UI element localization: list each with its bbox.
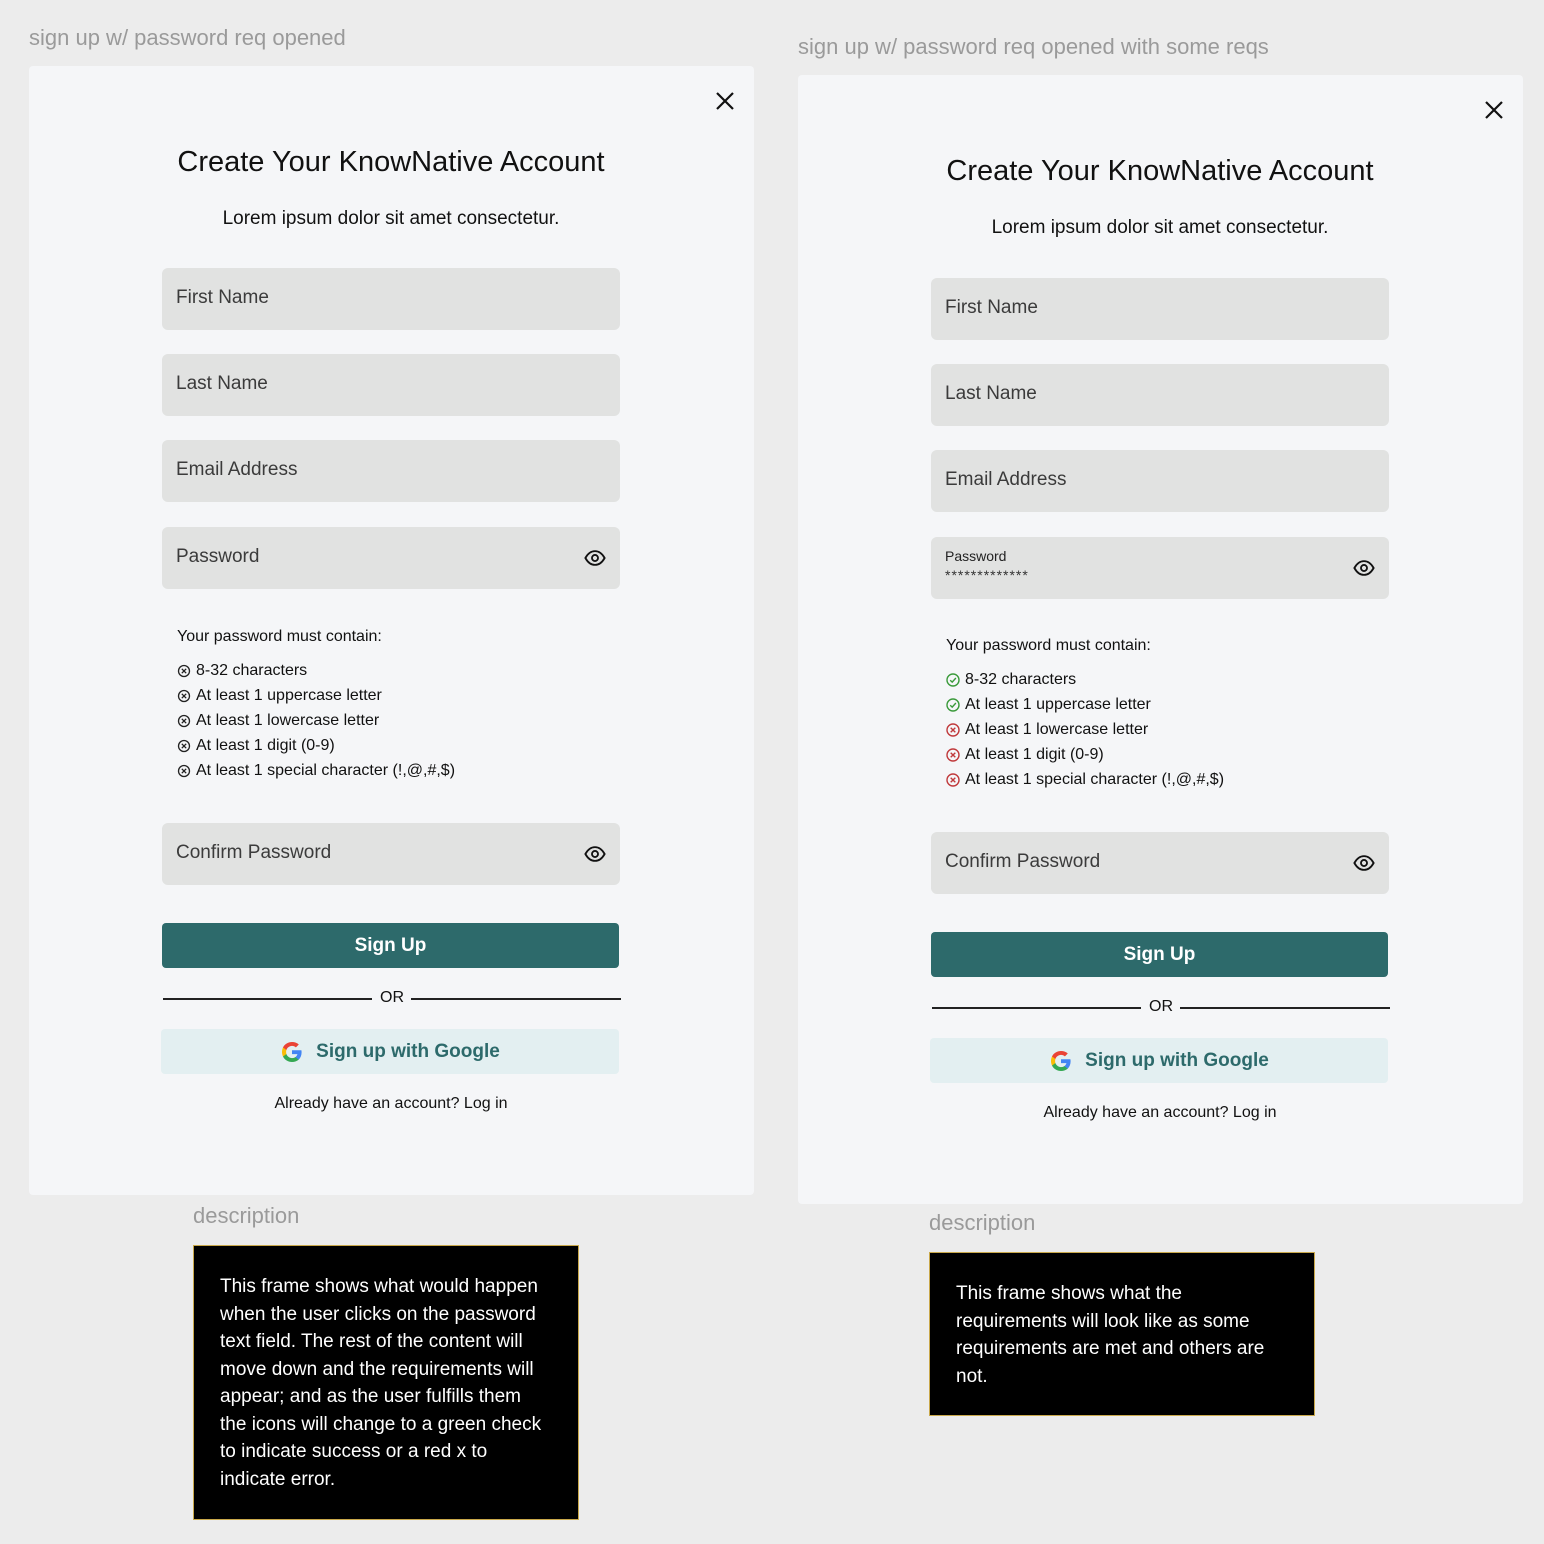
show-password-eye-icon[interactable] (1353, 557, 1375, 579)
confirm-password-placeholder: Confirm Password (176, 842, 332, 863)
first-name-field[interactable]: First Name (931, 278, 1389, 340)
green-check-icon (946, 672, 960, 687)
requirement-item: At least 1 lowercase letter (177, 708, 455, 733)
requirement-text: At least 1 special character (!,@,#,$) (196, 761, 456, 779)
frame-label: sign up w/ password req opened with some… (798, 34, 1269, 59)
requirement-item: At least 1 digit (0-9) (946, 742, 1224, 767)
email-field[interactable]: Email Address (931, 450, 1389, 512)
email-placeholder: Email Address (945, 469, 1067, 490)
confirm-password-field[interactable]: Confirm Password (931, 832, 1389, 894)
description-label: description (193, 1203, 300, 1228)
description-label: description (929, 1210, 1036, 1235)
sign-up-button[interactable]: Sign Up (162, 923, 619, 968)
or-divider: OR (931, 998, 1391, 1018)
sign-up-button[interactable]: Sign Up (931, 932, 1388, 977)
description-box: This frame shows what the requirements w… (929, 1252, 1315, 1416)
google-button-label: Sign up with Google (1085, 1049, 1269, 1071)
or-divider: OR (162, 989, 622, 1009)
show-confirm-password-eye-icon[interactable] (1353, 852, 1375, 874)
requirement-item: At least 1 lowercase letter (946, 717, 1224, 742)
show-password-eye-icon[interactable] (584, 547, 606, 569)
close-icon (716, 92, 734, 110)
last-name-placeholder: Last Name (176, 373, 268, 394)
requirement-item: At least 1 uppercase letter (177, 683, 455, 708)
google-signup-button[interactable]: Sign up with Google (930, 1038, 1388, 1083)
google-icon (282, 1041, 302, 1062)
requirement-text: At least 1 lowercase letter (965, 720, 1149, 738)
signup-modal: Create Your KnowNative Account Lorem ips… (29, 66, 754, 1195)
frame-label: sign up w/ password req opened (29, 25, 346, 50)
password-field[interactable]: Password ************* (931, 537, 1389, 599)
first-name-placeholder: First Name (945, 297, 1038, 318)
page-title: Create Your KnowNative Account (177, 146, 605, 178)
neutral-x-icon (177, 664, 191, 677)
google-icon (1051, 1050, 1071, 1071)
show-confirm-password-eye-icon[interactable] (584, 843, 606, 865)
password-placeholder: Password (176, 546, 260, 567)
first-name-placeholder: First Name (176, 287, 269, 308)
login-prompt[interactable]: Already have an account? Log in (162, 1095, 620, 1113)
email-field[interactable]: Email Address (162, 440, 620, 502)
login-link[interactable]: Already have an account? Log in (1043, 1104, 1276, 1121)
password-field[interactable]: Password (162, 527, 620, 589)
neutral-x-icon (177, 714, 191, 727)
requirement-item: 8-32 characters (946, 667, 1224, 692)
requirement-text: At least 1 uppercase letter (196, 686, 382, 704)
confirm-password-placeholder: Confirm Password (945, 851, 1101, 872)
requirements-list: 8-32 characters At least 1 uppercase let… (177, 658, 455, 783)
neutral-x-icon (177, 689, 191, 702)
requirement-item: At least 1 digit (0-9) (177, 733, 455, 758)
password-field-label: Password (945, 548, 1007, 564)
close-button[interactable] (1481, 97, 1507, 123)
close-icon (1485, 101, 1503, 119)
red-x-icon (946, 747, 960, 762)
close-button[interactable] (712, 88, 738, 114)
requirement-text: At least 1 lowercase letter (196, 711, 380, 729)
login-link[interactable]: Already have an account? Log in (274, 1095, 507, 1112)
description-box: This frame shows what would happen when … (193, 1245, 579, 1520)
requirement-item: At least 1 special character (!,@,#,$) (177, 758, 455, 783)
requirements-list: 8-32 characters At least 1 uppercase let… (946, 667, 1224, 792)
requirement-text: 8-32 characters (196, 661, 308, 679)
login-prompt[interactable]: Already have an account? Log in (931, 1104, 1389, 1122)
requirement-item: At least 1 uppercase letter (946, 692, 1224, 717)
requirements-title: Your password must contain: (946, 637, 1151, 654)
requirement-text: At least 1 uppercase letter (965, 695, 1151, 713)
email-placeholder: Email Address (176, 459, 298, 480)
divider-line-right (411, 998, 621, 1000)
divider-line-right (1180, 1007, 1390, 1009)
page-subtitle: Lorem ipsum dolor sit amet consectetur. (222, 208, 560, 229)
requirement-item: 8-32 characters (177, 658, 455, 683)
requirement-text: At least 1 digit (0-9) (196, 736, 335, 754)
green-check-icon (946, 697, 960, 712)
last-name-field[interactable]: Last Name (162, 354, 620, 416)
first-name-field[interactable]: First Name (162, 268, 620, 330)
neutral-x-icon (177, 739, 191, 752)
requirements-title: Your password must contain: (177, 628, 382, 645)
page-subtitle: Lorem ipsum dolor sit amet consectetur. (991, 217, 1329, 238)
google-button-label: Sign up with Google (316, 1040, 500, 1062)
last-name-field[interactable]: Last Name (931, 364, 1389, 426)
requirement-text: 8-32 characters (965, 670, 1077, 688)
requirement-item: At least 1 special character (!,@,#,$) (946, 767, 1224, 792)
page-title: Create Your KnowNative Account (946, 155, 1374, 187)
requirement-text: At least 1 digit (0-9) (965, 745, 1104, 763)
red-x-icon (946, 722, 960, 737)
password-value: ************* (945, 567, 1029, 583)
google-signup-button[interactable]: Sign up with Google (161, 1029, 619, 1074)
last-name-placeholder: Last Name (945, 383, 1037, 404)
neutral-x-icon (177, 764, 191, 777)
requirement-text: At least 1 special character (!,@,#,$) (965, 770, 1225, 788)
red-x-icon (946, 772, 960, 787)
signup-modal: Create Your KnowNative Account Lorem ips… (798, 75, 1523, 1204)
confirm-password-field[interactable]: Confirm Password (162, 823, 620, 885)
